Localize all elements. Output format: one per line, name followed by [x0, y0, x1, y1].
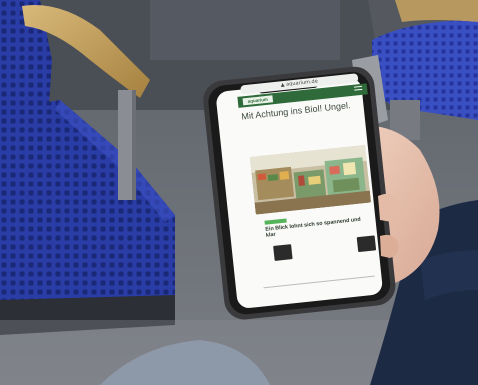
- armrest-post: [118, 90, 132, 200]
- thumbnail-left[interactable]: [273, 244, 293, 261]
- menu-icon[interactable]: [353, 85, 363, 94]
- home-indicator: [263, 275, 375, 289]
- hero-image[interactable]: [249, 144, 372, 215]
- background-photo: [0, 0, 478, 385]
- photo-scene: ▲ aquarium.de aquarium Mit Achtung ins B…: [0, 0, 478, 385]
- phone-screen-content: ▲ aquarium.de aquarium Mit Achtung ins B…: [236, 70, 388, 296]
- right-armrest: [395, 0, 478, 22]
- site-logo[interactable]: aquarium: [242, 95, 274, 106]
- thumbnail-right[interactable]: [356, 235, 377, 253]
